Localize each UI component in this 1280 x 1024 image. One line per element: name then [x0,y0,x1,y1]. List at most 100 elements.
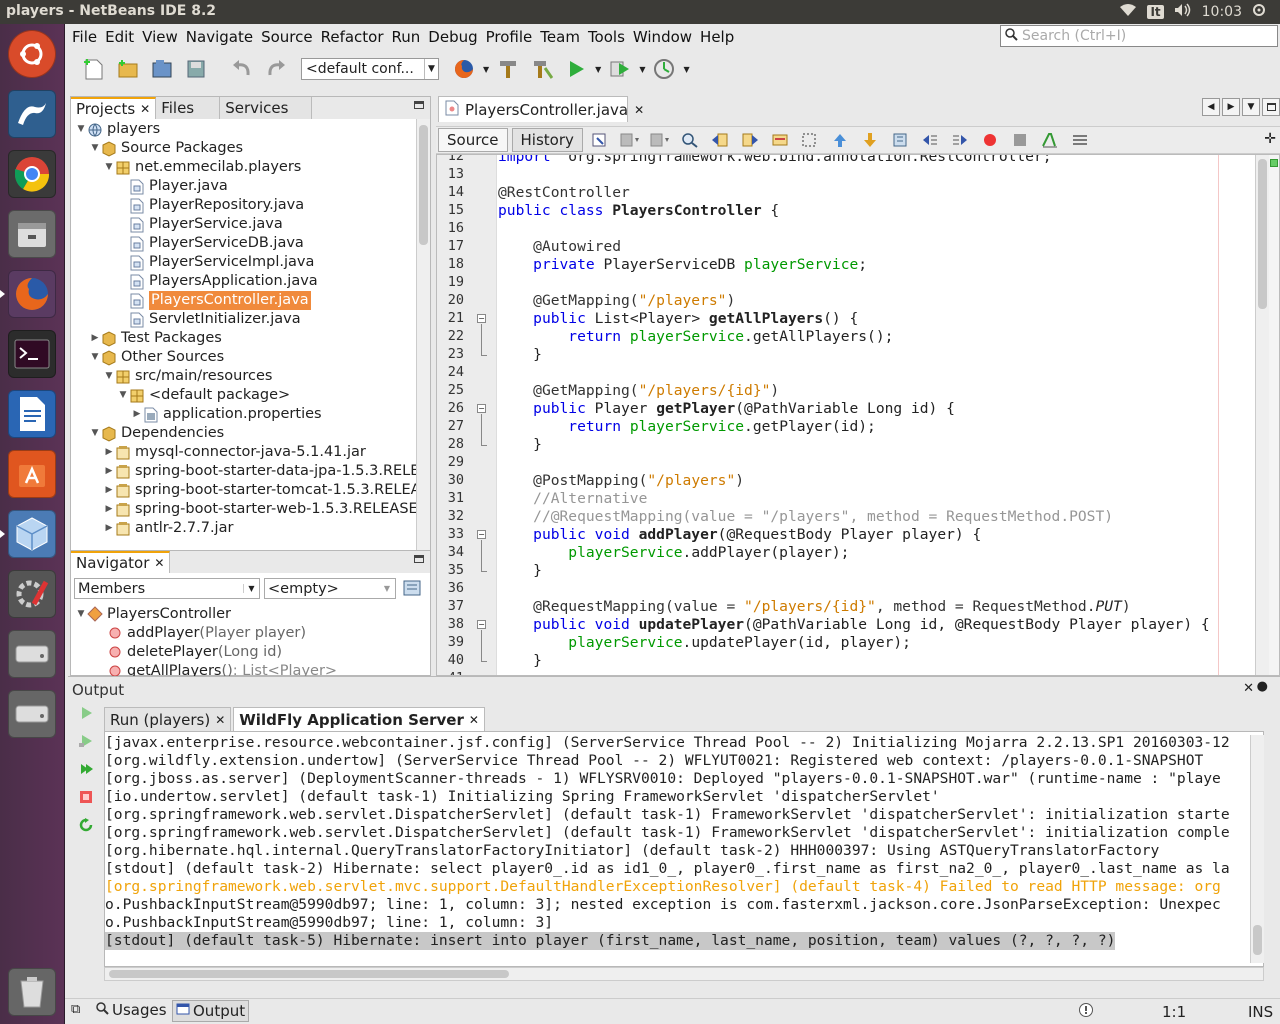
scrollbar-thumb[interactable] [109,970,509,978]
expand-toggle[interactable]: ▼ [89,139,101,158]
expand-toggle[interactable]: ▶ [103,462,115,481]
tab-run-players[interactable]: Run (players) ✕ [104,707,232,731]
code-line[interactable]: @GetMapping("/players/{id}") [498,382,779,400]
minimize-icon[interactable] [414,555,424,563]
tree-item[interactable]: PlayerServiceImpl.java [117,253,314,272]
mysql-workbench-icon[interactable] [8,90,56,138]
code-line[interactable]: @Autowired [498,238,621,256]
tree-item[interactable]: ▼ players [75,120,161,139]
code-line[interactable]: public List<Player> getAllPlayers() { [498,310,858,328]
expand-toggle[interactable]: ▼ [89,348,101,367]
stop-icon[interactable] [78,789,94,805]
close-icon[interactable]: ✕ [469,713,479,727]
tree-item[interactable]: ▶ spring-boot-starter-data-jpa-1.5.3.RELE [103,462,416,481]
libreoffice-writer-icon[interactable] [8,390,56,438]
expand-toggle[interactable]: ▶ [103,443,115,462]
navigator-root[interactable]: ▼ PlayersController [75,604,231,623]
rerun-with-different-parameters-icon[interactable] [78,733,94,749]
keyboard-layout-indicator[interactable]: It [1147,5,1164,19]
menu-source[interactable]: Source [257,28,317,46]
output-vertical-scrollbar[interactable] [1250,735,1264,963]
new-file-icon[interactable] [79,54,109,84]
code-lines[interactable]: import org.springframework.web.bind.anno… [498,155,1255,675]
chevron-down-icon[interactable]: ▼ [683,65,689,74]
tree-item[interactable]: PlayerService.java [117,215,283,234]
shift-left-icon[interactable] [917,129,943,151]
configuration-select[interactable]: <default conf... ▼ [301,58,439,80]
menu-view[interactable]: View [138,28,182,46]
code-line[interactable]: @RestController [498,184,630,202]
output-options-icon[interactable]: ● [1257,679,1268,694]
open-project-icon[interactable] [147,54,177,84]
tree-item[interactable]: ▼ Other Sources [89,348,224,367]
start-macro-recording-icon[interactable] [977,129,1003,151]
expand-toggle[interactable]: ▶ [103,481,115,500]
refresh-icon[interactable] [78,817,94,833]
next-bookmark-icon[interactable] [857,129,883,151]
undo-icon[interactable] [227,54,257,84]
tree-item[interactable]: Player.java [117,177,228,196]
expand-toggle[interactable]: ▼ [89,424,101,443]
rerun-icon[interactable] [78,705,94,721]
expand-toggle[interactable]: ▼ [103,158,115,177]
expand-toggle[interactable]: ▶ [103,519,115,538]
tree-item[interactable]: ▼ net.emmecilab.players [103,158,302,177]
scrollbar-thumb[interactable] [419,125,428,245]
expand-toggle[interactable]: ▶ [131,405,143,424]
chevron-down-icon[interactable]: ▼ [595,65,601,74]
menu-window[interactable]: Window [629,28,696,46]
close-icon[interactable]: ✕ [634,103,644,117]
chrome-icon[interactable] [8,150,56,198]
output-horizontal-scrollbar[interactable] [104,967,1264,981]
clean-build-icon[interactable] [527,54,557,84]
expand-toggle[interactable]: ▼ [103,367,115,386]
menu-navigate[interactable]: Navigate [182,28,257,46]
tree-item[interactable]: ▼ Source Packages [89,139,243,158]
close-icon[interactable]: ✕ [140,102,150,116]
tree-item[interactable]: ▶ antlr-2.7.7.jar [103,519,234,538]
show-opened-documents-icon[interactable]: ▼ [1242,98,1260,116]
code-line[interactable]: import org.springframework.web.bind.anno… [498,155,1052,166]
volume-icon[interactable] [1174,3,1192,21]
debug-project-icon[interactable] [605,54,635,84]
code-line[interactable]: return playerService.getPlayer(id); [498,418,876,436]
code-line[interactable]: playerService.addPlayer(player); [498,544,849,562]
code-line[interactable]: @GetMapping("/players") [498,292,735,310]
code-line[interactable]: private PlayerServiceDB playerService; [498,256,867,274]
code-line[interactable]: public void addPlayer(@RequestBody Playe… [498,526,981,544]
find-icon[interactable] [677,129,703,151]
menu-file[interactable]: File [68,28,101,46]
fold-toggle-icon[interactable]: − [477,314,486,323]
menu-help[interactable]: Help [696,28,738,46]
tree-item[interactable]: ▶ spring-boot-starter-tomcat-1.5.3.RELEA [103,481,416,500]
expand-toggle[interactable]: ▶ [89,329,101,348]
editor-scrollbar[interactable] [1255,155,1269,675]
split-editor-icon[interactable]: ✛ [1264,131,1276,147]
menu-run[interactable]: Run [388,28,425,46]
stop-macro-recording-icon[interactable] [1007,129,1033,151]
notifications-icon[interactable] [1078,1002,1094,1022]
uncomment-icon[interactable] [1067,129,1093,151]
menu-refactor[interactable]: Refactor [317,28,388,46]
power-gear-icon[interactable] [1252,3,1266,21]
terminal-icon[interactable] [8,330,56,378]
scrollbar-thumb[interactable] [1253,925,1262,955]
code-line[interactable]: } [498,652,542,670]
chevron-down-icon[interactable]: ▼ [639,65,645,74]
tab-navigator[interactable]: Navigator ✕ [71,551,171,573]
back-icon[interactable] [617,129,643,151]
menu-team[interactable]: Team [536,28,584,46]
find-previous-icon[interactable] [707,129,733,151]
tree-item[interactable]: PlayersApplication.java [117,272,318,291]
minimize-icon[interactable] [414,101,424,109]
navigator-options-icon[interactable] [403,579,421,601]
close-icon[interactable]: ✕ [1243,681,1254,696]
output-console[interactable]: [javax.enterprise.resource.webcontainer.… [104,731,1264,967]
tab-history[interactable]: History [511,128,583,152]
tab-services[interactable]: Services [220,97,313,119]
scroll-right-icon[interactable]: ▶ [1222,98,1240,116]
find-next-icon[interactable] [737,129,763,151]
code-line[interactable]: //@RequestMapping(value = "/players", me… [498,508,1113,526]
toggle-highlight-icon[interactable] [767,129,793,151]
search-input[interactable]: Search (Ctrl+I) [1000,25,1278,47]
